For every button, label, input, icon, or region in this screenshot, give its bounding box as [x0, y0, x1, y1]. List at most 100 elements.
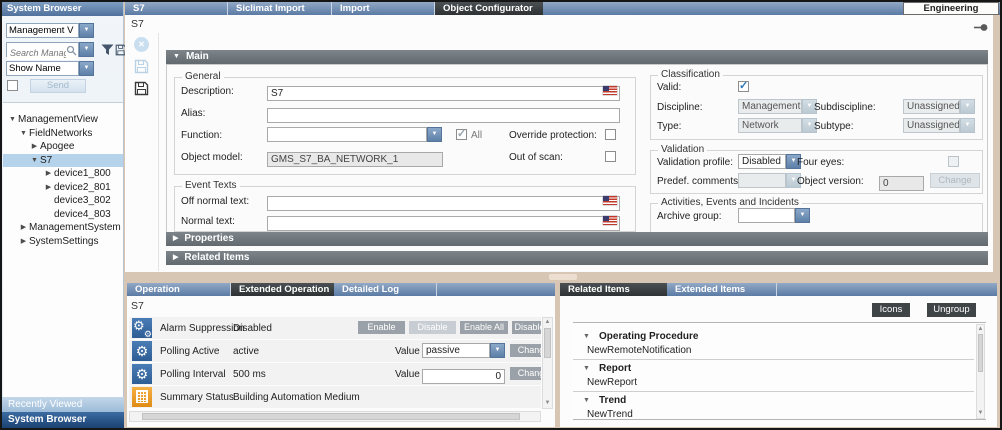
system-browser-bar[interactable]: System Browser [2, 412, 124, 428]
disable-all-button[interactable]: Disable All [512, 321, 541, 334]
icons-button[interactable]: Icons [872, 303, 910, 317]
normal-text-input[interactable] [267, 216, 620, 231]
operation-row-polling-active: ⚙ Polling Active active Value passive ▼ … [129, 340, 541, 362]
off-normal-text-input[interactable] [267, 196, 620, 211]
chevron-down-icon[interactable]: ▼ [960, 99, 975, 114]
horizontal-scrollbar[interactable] [129, 411, 541, 422]
us-flag-icon[interactable] [603, 216, 617, 225]
alias-field[interactable] [267, 105, 620, 120]
tab-import[interactable]: Import [332, 2, 435, 15]
tree-item-device3[interactable]: device3_802 [3, 194, 123, 208]
tab-object-configurator[interactable]: Object Configurator [435, 2, 543, 15]
disable-button[interactable]: Disable [409, 321, 456, 334]
discipline-dropdown[interactable]: Management Sys ▼ [738, 99, 817, 114]
subdiscipline-dropdown[interactable]: Unassigned ▼ [903, 99, 975, 114]
save-as-icon[interactable] [134, 81, 149, 96]
splitter-handle[interactable] [549, 274, 577, 280]
chevron-down-icon[interactable]: ▼ [79, 61, 94, 76]
tab-operation[interactable]: Operation [127, 283, 231, 296]
change-button[interactable]: Change [510, 367, 541, 380]
chevron-down-icon[interactable]: ▼ [795, 208, 810, 223]
related-items-section-header[interactable]: ▶Related Items [166, 251, 988, 265]
tree-item-managementsystem[interactable]: ▶ManagementSystem [3, 221, 123, 235]
change-button[interactable]: Change [510, 344, 541, 357]
gear-icon: ⚙ [132, 341, 152, 361]
chevron-down-icon[interactable]: ▼ [960, 118, 975, 133]
group-collapse-icon[interactable]: ▼ [583, 365, 590, 372]
subtype-dropdown[interactable]: Unassigned ▼ [903, 118, 975, 133]
chevron-down-icon[interactable]: ▼ [79, 42, 94, 57]
tab-extended-items[interactable]: Extended Items [667, 283, 777, 296]
ungroup-button[interactable]: Ungroup [927, 303, 976, 317]
engineering-mode-button[interactable]: Engineering [903, 2, 999, 15]
tree-item-device2[interactable]: ▶device2_801 [3, 181, 123, 195]
group-collapse-icon[interactable]: ▼ [583, 333, 590, 340]
tab-extended-operation[interactable]: Extended Operation [231, 283, 334, 296]
validation-profile-dropdown[interactable]: Disabled ▼ [738, 154, 801, 169]
recently-viewed-bar[interactable]: Recently Viewed [2, 397, 124, 412]
group-collapse-icon[interactable]: ▼ [583, 397, 590, 404]
close-icon[interactable]: ✕ [134, 37, 149, 52]
pin-icon[interactable] [974, 23, 988, 32]
tree-item-device4[interactable]: device4_803 [3, 208, 123, 222]
tree-expander-icon[interactable]: ▶ [29, 140, 40, 154]
tab-detailed-log[interactable]: Detailed Log [334, 283, 437, 296]
tree-expander-icon[interactable]: ▶ [43, 181, 54, 195]
description-input[interactable] [267, 86, 620, 101]
tree-expander-icon[interactable]: ▼ [29, 154, 40, 168]
tree-expander-icon[interactable]: ▼ [7, 113, 18, 127]
vertical-scrollbar[interactable]: ▲▼ [976, 324, 985, 419]
display-mode-selector[interactable]: Show Name ▼ [6, 61, 94, 76]
object-model-value [267, 152, 443, 167]
polling-active-dropdown[interactable]: passive ▼ [422, 343, 505, 358]
us-flag-icon[interactable] [603, 196, 617, 205]
related-item[interactable]: NewTrend [587, 409, 633, 420]
tree-item-device1[interactable]: ▶device1_800 [3, 167, 123, 181]
function-dropdown[interactable]: ▼ [267, 127, 442, 142]
alias-input[interactable] [267, 108, 620, 123]
vertical-scrollbar[interactable]: ▲▼ [542, 317, 553, 409]
chevron-down-icon[interactable]: ▼ [490, 343, 505, 358]
tree-item-managementview[interactable]: ▼ManagementView [3, 113, 123, 127]
view-selector[interactable]: Management V ▼ [6, 23, 94, 38]
predef-comments-dropdown: ▼ [738, 173, 801, 188]
properties-section-header[interactable]: ▶Properties [166, 232, 988, 246]
us-flag-icon[interactable] [603, 86, 617, 95]
tree-expander-icon[interactable]: ▶ [43, 167, 54, 181]
tab-related-items[interactable]: Related Items [560, 283, 667, 296]
description-field[interactable] [267, 83, 620, 98]
filter-icon[interactable] [101, 44, 114, 56]
chevron-down-icon[interactable]: ▼ [79, 23, 94, 38]
polling-interval-input[interactable] [422, 369, 505, 384]
save-icon[interactable] [134, 59, 149, 74]
enable-all-button[interactable]: Enable All [460, 321, 508, 334]
type-dropdown[interactable]: Network ▼ [738, 118, 817, 133]
override-protection-checkbox[interactable] [605, 129, 616, 140]
tab-siclimat-import[interactable]: Siclimat Import [228, 2, 332, 15]
tree-item-apogee[interactable]: ▶Apogee [3, 140, 123, 154]
normal-text-field[interactable] [267, 213, 620, 228]
main-section-header[interactable]: ▼Main [166, 50, 988, 64]
tree-expander-icon[interactable]: ▶ [18, 235, 29, 249]
archive-group-dropdown[interactable]: ▼ [738, 208, 810, 223]
tree-item-fieldnetworks[interactable]: ▼FieldNetworks [3, 127, 123, 141]
tree-expander-icon[interactable]: ▼ [18, 127, 29, 141]
building-icon [132, 387, 152, 407]
tab-s7[interactable]: S7 [125, 2, 228, 15]
tree-item-systemsettings[interactable]: ▶SystemSettings [3, 235, 123, 249]
main-tab-bar: S7 Siclimat Import Import Object Configu… [125, 2, 1000, 15]
enable-button[interactable]: Enable [358, 321, 405, 334]
search-combo[interactable]: ▼ [6, 42, 94, 57]
related-item[interactable]: NewReport [587, 377, 637, 388]
polling-interval-field[interactable] [422, 366, 505, 381]
send-button[interactable]: Send [30, 79, 86, 93]
off-normal-text-field[interactable] [267, 193, 620, 208]
out-of-scan-checkbox[interactable] [605, 151, 616, 162]
chevron-down-icon[interactable]: ▼ [427, 127, 442, 142]
tree-expander-icon[interactable]: ▶ [18, 221, 29, 235]
all-checkbox[interactable] [456, 129, 467, 140]
related-item[interactable]: NewRemoteNotification [587, 345, 692, 356]
tree-item-s7-selected[interactable]: ▼S7 [3, 154, 123, 168]
valid-checkbox[interactable] [738, 81, 749, 92]
send-checkbox[interactable] [7, 80, 18, 91]
